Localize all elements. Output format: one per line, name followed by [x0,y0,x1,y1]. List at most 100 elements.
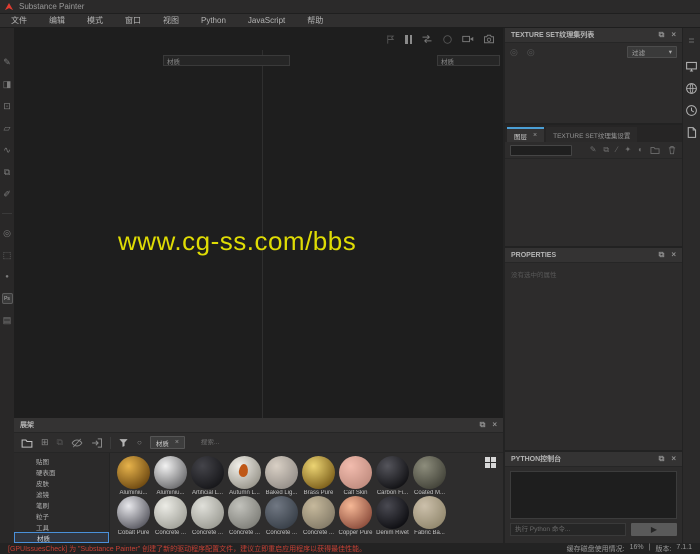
shelf-category-item[interactable]: 贴图 [14,455,109,466]
material-item[interactable]: Denim Rivet [374,496,411,536]
remove-filter-icon[interactable]: × [175,439,179,446]
material-item[interactable]: Autumn L... [226,456,263,496]
viewport[interactable]: 材质 材质 www.cg-ss.com/bbs [14,28,503,418]
add-folder-icon[interactable] [650,145,660,155]
run-python-button[interactable]: ▶ [631,523,677,536]
filter-funnel-icon[interactable] [118,437,129,448]
brush-icon[interactable]: ∕ [616,146,617,154]
copy-layer-icon[interactable]: ⧉ [603,146,609,154]
unlink-icon[interactable]: ◎ [527,48,535,57]
tab-texture-set-settings[interactable]: TEXTURE SET纹理集设置 [546,127,637,142]
flag-icon[interactable] [385,34,396,45]
menu-item[interactable]: JavaScript [237,16,296,25]
tab-layers[interactable]: 图层 × [507,127,544,142]
material-item[interactable]: Brass Pure [300,456,337,496]
material-item[interactable]: Copper Pure [337,496,374,536]
history-clock-icon[interactable] [685,104,698,117]
link-icon[interactable]: ◎ [510,48,518,57]
menu-item[interactable]: 文件 [0,15,38,26]
material-thumbnail [302,496,335,529]
dot-icon: ● [1,271,13,283]
shelf-category-item[interactable]: 粒子 [14,510,109,521]
shelf-category-item[interactable]: 材质 [14,532,109,543]
material-item[interactable]: Concrete ... [152,496,189,536]
viewport-swap-icon[interactable] [421,33,433,45]
add-shelf-icon[interactable]: ⊞ [41,437,49,448]
material-item[interactable]: Aluminiu... [152,456,189,496]
log-document-icon[interactable] [685,126,698,139]
filter-circle-icon[interactable]: ○ [137,438,142,447]
view-mode-dropdown-2d[interactable]: 材质 [437,55,500,66]
layers-search-input[interactable] [510,145,572,156]
material-item[interactable]: Baked Lig... [263,456,300,496]
frame-icon[interactable]: ⬚ [1,249,13,261]
shelf-category-item[interactable]: 硬表面 [14,466,109,477]
material-item[interactable]: Carbon Fi... [374,456,411,496]
shelf-category-item[interactable]: 笔刷 [14,499,109,510]
import-resources-icon[interactable] [91,437,103,449]
material-item[interactable]: Concrete ... [300,496,337,536]
photoshop-export-icon[interactable]: Ps [2,293,13,304]
eye-off-icon[interactable] [71,437,83,449]
video-camera-icon[interactable] [462,33,474,45]
display-settings-icon[interactable]: ◎ [1,227,13,239]
pen-icon[interactable]: ✎ [590,146,597,154]
shelf-category-item[interactable]: 皮肤 [14,477,109,488]
polygon-fill-tool[interactable]: ▱ [1,122,13,134]
material-item[interactable]: Concrete ... [189,496,226,536]
stack-icon[interactable]: ⧉ [57,437,63,448]
projection-tool[interactable]: ⊡ [1,100,13,112]
close-tab-icon[interactable]: × [533,132,537,139]
menu-item[interactable]: 视图 [152,15,190,26]
material-thumbnail [339,456,372,489]
material-item[interactable]: Fabric Ba... [411,496,448,536]
view-mode-dropdown-3d[interactable]: 材质 [163,55,290,66]
material-item[interactable]: Calf Skin [337,456,374,496]
effect-icon[interactable]: ✦ [624,146,631,154]
material-item[interactable]: Concrete ... [263,496,300,536]
material-item[interactable]: Cobalt Pure [115,496,152,536]
menu-item[interactable]: 编辑 [38,15,76,26]
filter-tag[interactable]: 材质 × [150,436,185,449]
material-sphere-icon[interactable] [442,34,453,45]
pause-engine-icon[interactable] [405,35,412,44]
trash-icon[interactable] [667,145,677,155]
panel-menu-icon[interactable]: ≣ [688,36,695,45]
material-picker-tool[interactable]: ✐ [1,188,13,200]
detach-panel-icon[interactable]: ⧉ [480,421,486,429]
detach-panel-icon[interactable]: ⧉ [659,455,665,463]
material-item[interactable]: Concrete ... [226,496,263,536]
texture-set-filter-dropdown[interactable]: 过滤 ▾ [627,46,677,58]
close-panel-icon[interactable]: × [671,31,676,39]
eraser-tool[interactable]: ◨ [1,78,13,90]
environment-globe-icon[interactable] [685,82,698,95]
folder-icon[interactable] [21,437,33,449]
resource-badge-icon[interactable]: ▤ [1,314,13,326]
display-settings-icon[interactable] [685,60,698,73]
paint-tool[interactable]: ✎ [1,56,13,68]
material-item[interactable]: Aluminiu... [115,456,152,496]
detach-panel-icon[interactable]: ⧉ [659,251,665,259]
material-item[interactable]: Artificial L... [189,456,226,496]
close-panel-icon[interactable]: × [671,251,676,259]
menu-item[interactable]: 帮助 [296,15,334,26]
material-item[interactable]: Coated M... [411,456,448,496]
close-panel-icon[interactable]: × [492,421,497,429]
menu-item[interactable]: Python [190,16,237,25]
menu-item[interactable]: 窗口 [114,15,152,26]
mask-icon[interactable]: ◐ [638,146,643,154]
camera-icon[interactable] [483,33,495,45]
python-command-input[interactable] [510,523,626,536]
smudge-tool[interactable]: ∿ [1,144,13,156]
python-console-output[interactable] [510,471,677,519]
material-thumbnail [117,496,150,529]
shelf-category-item[interactable]: 工具 [14,521,109,532]
detach-panel-icon[interactable]: ⧉ [659,31,665,39]
grid-view-icon[interactable] [485,457,497,469]
menu-item[interactable]: 模式 [76,15,114,26]
python-console-panel: PYTHON控制台 ⧉ × ▶ [505,450,682,543]
clone-tool[interactable]: ⧉ [1,166,13,178]
close-panel-icon[interactable]: × [671,455,676,463]
shelf-search-input[interactable] [201,439,271,446]
shelf-category-item[interactable]: 滤镜 [14,488,109,499]
